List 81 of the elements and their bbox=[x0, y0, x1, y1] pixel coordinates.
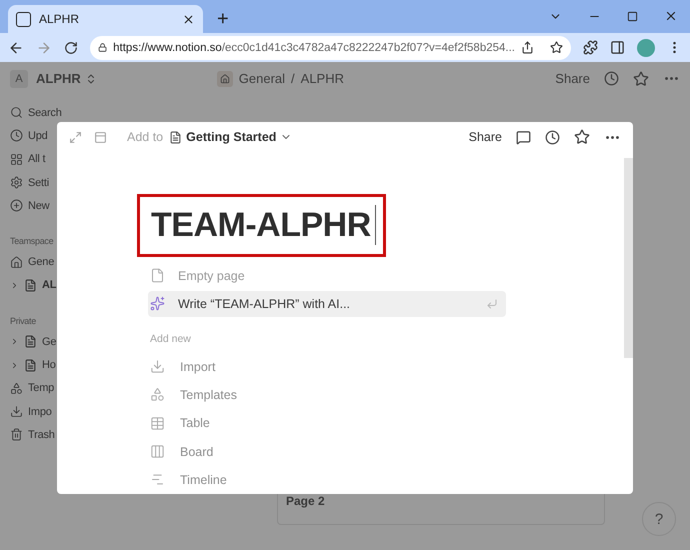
page-title-field[interactable]: TEAM-ALPHR bbox=[151, 206, 375, 245]
sidebar-item[interactable]: Impo bbox=[28, 406, 52, 418]
page-icon bbox=[24, 335, 37, 348]
sidebar-item[interactable]: Trash bbox=[28, 428, 55, 441]
star-icon[interactable] bbox=[574, 129, 590, 146]
help-button[interactable]: ? bbox=[642, 502, 676, 536]
side-panel-icon[interactable] bbox=[610, 40, 625, 55]
shapes-icon bbox=[150, 387, 165, 402]
suggestion-item[interactable]: Empty page bbox=[148, 262, 506, 289]
address-field[interactable]: https://www.notion.so/ecc0c1d41c3c4782a47c8222247b2f07?v=4ef2f58b254... bbox=[90, 36, 571, 60]
add-new-item[interactable]: Templates bbox=[180, 388, 237, 402]
grid-icon bbox=[10, 152, 23, 166]
search-icon bbox=[10, 106, 23, 120]
sidebar-item[interactable]: Ge bbox=[42, 336, 56, 348]
add-new-item[interactable]: Timeline bbox=[180, 472, 227, 487]
back-icon[interactable] bbox=[8, 40, 24, 56]
page-icon bbox=[24, 278, 37, 292]
section-label: Add new bbox=[150, 332, 192, 345]
sidebar-section-label: Private bbox=[10, 314, 37, 328]
clock-icon[interactable] bbox=[604, 71, 619, 86]
home-icon bbox=[216, 70, 233, 86]
page-icon bbox=[169, 130, 182, 144]
sidebar-item[interactable]: All t bbox=[28, 153, 46, 166]
url-host: https://www.notion.so bbox=[113, 42, 222, 54]
add-to-label: Add to bbox=[127, 130, 164, 144]
scrollbar[interactable] bbox=[624, 158, 633, 358]
breadcrumb-link[interactable]: General bbox=[238, 71, 286, 86]
sidebar-item[interactable]: AL bbox=[42, 279, 56, 292]
add-new-item[interactable]: Board bbox=[180, 444, 214, 459]
download-icon bbox=[10, 405, 23, 418]
tab-title: ALPHR bbox=[39, 12, 80, 26]
star-icon[interactable] bbox=[550, 41, 563, 54]
reload-icon[interactable] bbox=[64, 40, 78, 54]
timeline-icon bbox=[150, 472, 165, 488]
share-link[interactable]: Share bbox=[468, 130, 502, 144]
table-icon bbox=[150, 416, 165, 431]
clock-icon bbox=[10, 129, 23, 142]
sidebar-item[interactable]: Upd bbox=[28, 130, 48, 142]
chevron-icon[interactable] bbox=[10, 280, 19, 290]
clock-icon[interactable] bbox=[545, 130, 560, 145]
maximize-icon[interactable] bbox=[627, 10, 638, 22]
add-new-item[interactable]: Table bbox=[180, 416, 210, 430]
puzzle-icon[interactable] bbox=[583, 40, 598, 55]
lock-icon bbox=[98, 42, 108, 53]
browser-tab[interactable]: ALPHR bbox=[8, 5, 203, 33]
page-icon bbox=[150, 268, 165, 284]
breadcrumb-separator: / bbox=[291, 71, 295, 86]
home-icon bbox=[10, 256, 23, 269]
share-link[interactable]: Share bbox=[555, 71, 590, 86]
star-icon[interactable] bbox=[633, 70, 649, 86]
settings-icon bbox=[10, 176, 23, 190]
trash-icon bbox=[10, 428, 23, 442]
breadcrumb-link[interactable]: ALPHR bbox=[300, 71, 344, 86]
shapes-icon bbox=[10, 382, 23, 395]
plus-circle-icon bbox=[10, 199, 23, 212]
sidebar-item[interactable]: Search bbox=[28, 106, 62, 119]
add-new-item[interactable]: Import bbox=[180, 360, 216, 374]
share-icon[interactable] bbox=[521, 41, 534, 54]
sidebar-item[interactable]: New bbox=[28, 200, 50, 212]
columns-icon bbox=[150, 444, 165, 460]
sidebar-item[interactable]: Ho bbox=[42, 359, 56, 372]
target-page-dropdown[interactable]: Getting Started bbox=[186, 130, 276, 144]
download-icon bbox=[150, 359, 165, 374]
sidebar-item[interactable]: Temp bbox=[28, 382, 54, 394]
close-icon[interactable] bbox=[664, 9, 678, 23]
url-path: /ecc0c1d41c3c4782a47c8222247b2f07?v=4ef2f58b254... bbox=[222, 42, 515, 54]
sparkle-icon bbox=[150, 296, 165, 312]
chevron-icon[interactable] bbox=[10, 360, 19, 370]
comment-icon[interactable] bbox=[516, 130, 531, 145]
workspace-avatar[interactable]: A bbox=[10, 70, 28, 88]
workspace-name[interactable]: ALPHR bbox=[36, 71, 81, 86]
sidebar-item[interactable]: Gene bbox=[28, 256, 54, 268]
page-icon bbox=[24, 358, 37, 372]
chevron-icon[interactable] bbox=[10, 337, 19, 346]
enter-icon bbox=[486, 298, 498, 310]
new-tab-button[interactable]: + bbox=[213, 5, 233, 33]
close-icon[interactable] bbox=[182, 12, 195, 26]
text-cursor bbox=[374, 205, 376, 246]
suggestion-item[interactable]: Write “TEAM-ALPHR” with AI... bbox=[148, 290, 506, 317]
sidebar-section-label: Teamspace bbox=[10, 234, 54, 248]
sidebar-item[interactable]: Setti bbox=[28, 176, 50, 189]
